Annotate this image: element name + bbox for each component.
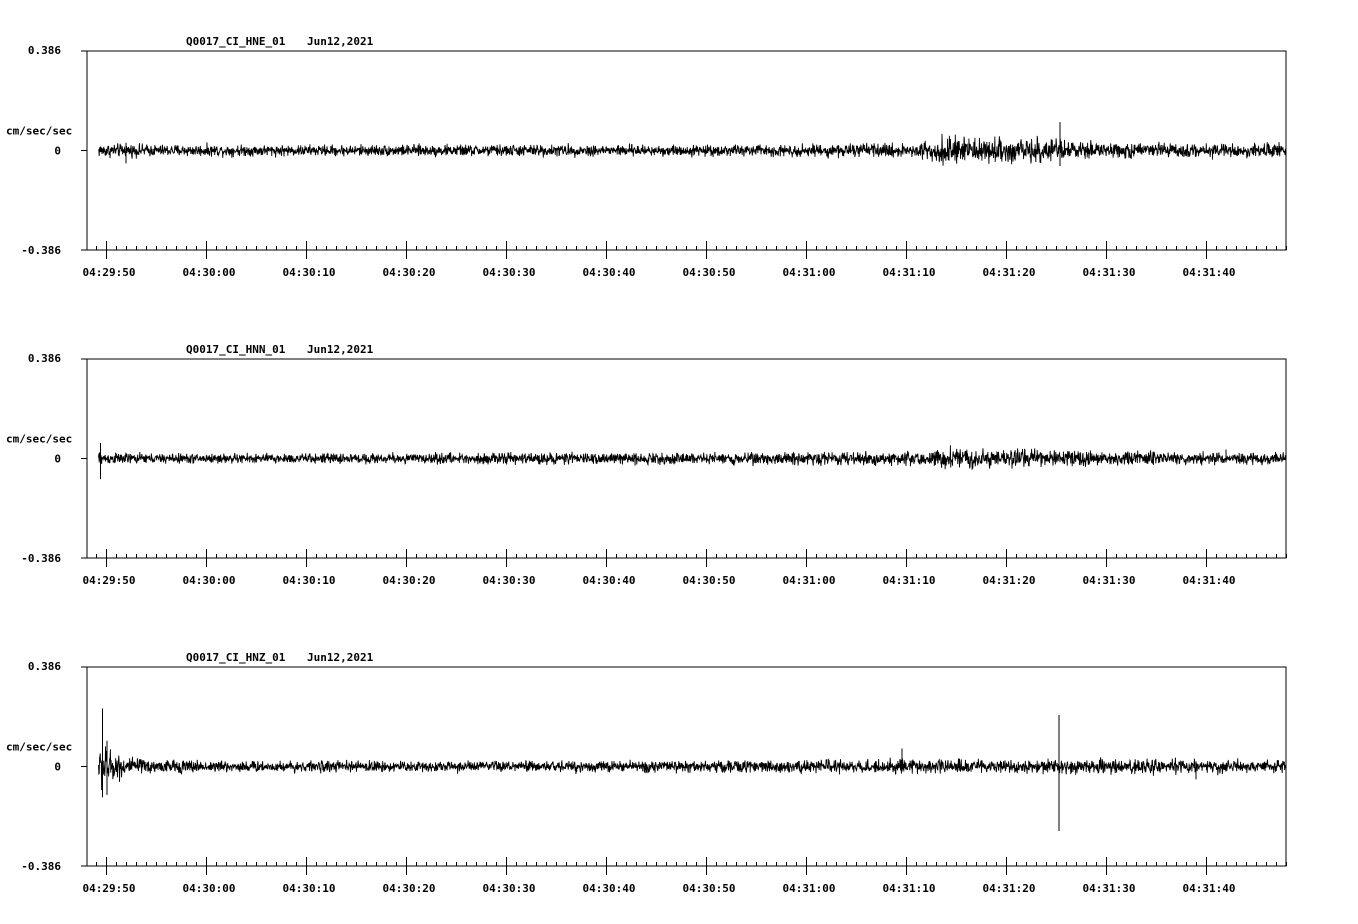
y-tick-label: -0.386 [21, 244, 61, 257]
x-tick-label: 04:30:10 [283, 266, 336, 279]
chart-title: Q0017_CI_HNZ_01 [186, 651, 286, 664]
x-tick-label: 04:31:00 [783, 574, 836, 587]
y-tick-label: 0 [54, 453, 61, 466]
x-tick-label: 04:30:40 [583, 266, 636, 279]
x-tick-label: 04:31:10 [883, 882, 936, 895]
seismic-trace [98, 133, 1287, 166]
x-tick-label: 04:29:50 [83, 266, 136, 279]
x-tick-label: 04:30:10 [283, 574, 336, 587]
x-tick-label: 04:31:10 [883, 266, 936, 279]
y-axis-label: cm/sec/sec [6, 433, 72, 446]
chart-title: Q0017_CI_HNE_01 [186, 35, 286, 48]
x-tick-label: 04:31:30 [1083, 574, 1136, 587]
x-tick-label: 04:30:30 [483, 574, 536, 587]
x-tick-label: 04:30:50 [683, 266, 736, 279]
y-tick-label: 0.386 [28, 44, 61, 57]
x-tick-label: 04:31:30 [1083, 266, 1136, 279]
seismic-trace [98, 746, 1287, 791]
y-tick-label: -0.386 [21, 860, 61, 873]
chart-date: Jun12,2021 [307, 651, 374, 664]
x-tick-label: 04:30:50 [683, 882, 736, 895]
x-tick-label: 04:30:20 [383, 882, 436, 895]
x-tick-label: 04:31:20 [983, 266, 1036, 279]
y-tick-label: 0.386 [28, 660, 61, 673]
x-tick-label: 04:31:40 [1183, 574, 1236, 587]
y-tick-label: 0 [54, 761, 61, 774]
x-tick-label: 04:30:00 [183, 266, 236, 279]
x-tick-label: 04:31:40 [1183, 266, 1236, 279]
chart-date: Jun12,2021 [307, 35, 374, 48]
x-tick-label: 04:30:50 [683, 574, 736, 587]
x-tick-label: 04:30:30 [483, 882, 536, 895]
x-tick-label: 04:31:20 [983, 574, 1036, 587]
seismogram-figure: 0.386 0 -0.386 cm/sec/sec Q0017_CI_HNE_01 Jun… [6, 35, 1287, 895]
x-tick-label: 04:31:30 [1083, 882, 1136, 895]
x-tick-label: 04:31:40 [1183, 882, 1236, 895]
x-tick-label: 04:31:00 [783, 266, 836, 279]
chart-title: Q0017_CI_HNN_01 [186, 343, 286, 356]
y-tick-label: 0.386 [28, 352, 61, 365]
x-tick-label: 04:31:20 [983, 882, 1036, 895]
x-tick-label: 04:30:00 [183, 882, 236, 895]
panel-3: 0.386 0 -0.386 cm/sec/sec Q0017_CI_HNZ_01 Jun… [6, 651, 1287, 895]
x-tick-label: 04:30:30 [483, 266, 536, 279]
x-tick-label: 04:30:40 [583, 574, 636, 587]
y-axis-label: cm/sec/sec [6, 125, 72, 138]
x-tick-label: 04:31:00 [783, 882, 836, 895]
y-tick-label: 0 [54, 145, 61, 158]
x-tick-label: 04:30:20 [383, 574, 436, 587]
x-tick-label: 04:30:40 [583, 882, 636, 895]
x-tick-label: 04:30:20 [383, 266, 436, 279]
x-tick-label: 04:29:50 [83, 882, 136, 895]
panel-2: 0.386 0 -0.386 cm/sec/sec Q0017_CI_HNN_01 Jun… [6, 343, 1287, 587]
x-tick-label: 04:30:00 [183, 574, 236, 587]
panel-1: 0.386 0 -0.386 cm/sec/sec Q0017_CI_HNE_01 Jun… [6, 35, 1287, 279]
seismic-trace [98, 445, 1287, 470]
x-tick-label: 04:31:10 [883, 574, 936, 587]
y-axis-label: cm/sec/sec [6, 741, 72, 754]
y-tick-label: -0.386 [21, 552, 61, 565]
x-tick-label: 04:29:50 [83, 574, 136, 587]
x-tick-label: 04:30:10 [283, 882, 336, 895]
chart-date: Jun12,2021 [307, 343, 374, 356]
